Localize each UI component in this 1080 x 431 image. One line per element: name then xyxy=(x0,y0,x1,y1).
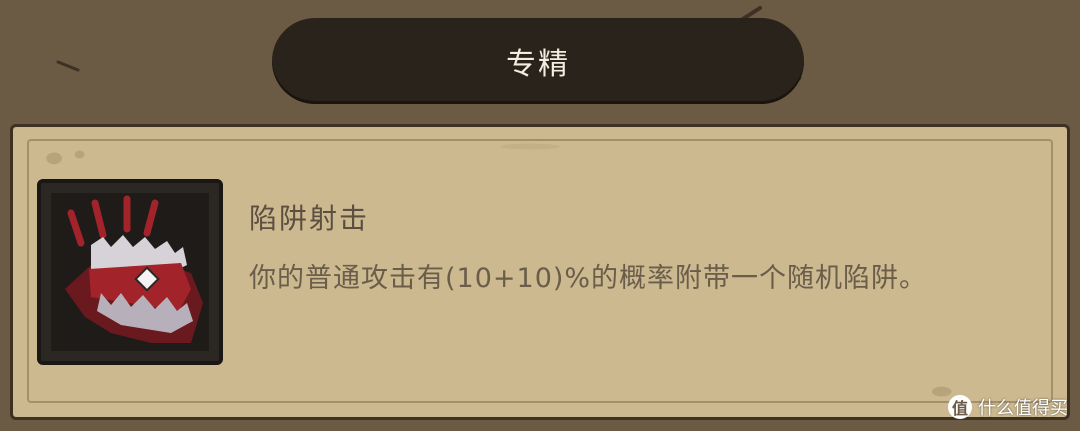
watermark: 值 什么值得买 xyxy=(948,394,1068,420)
skill-description: 你的普通攻击有(10+10)%的概率附带一个随机陷阱。 xyxy=(249,263,928,294)
watermark-text: 什么值得买 xyxy=(978,398,1068,419)
page-title: 专精 xyxy=(506,47,570,82)
watermark-logo-icon: 值 xyxy=(948,395,972,419)
title-banner: 专精 xyxy=(272,18,804,104)
skill-icon[interactable] xyxy=(37,179,223,365)
trap-jaw-icon xyxy=(51,193,209,351)
skill-name: 陷阱射击 xyxy=(249,202,370,235)
skill-panel: 陷阱射击 你的普通攻击有(10+10)%的概率附带一个随机陷阱。 xyxy=(10,124,1070,420)
